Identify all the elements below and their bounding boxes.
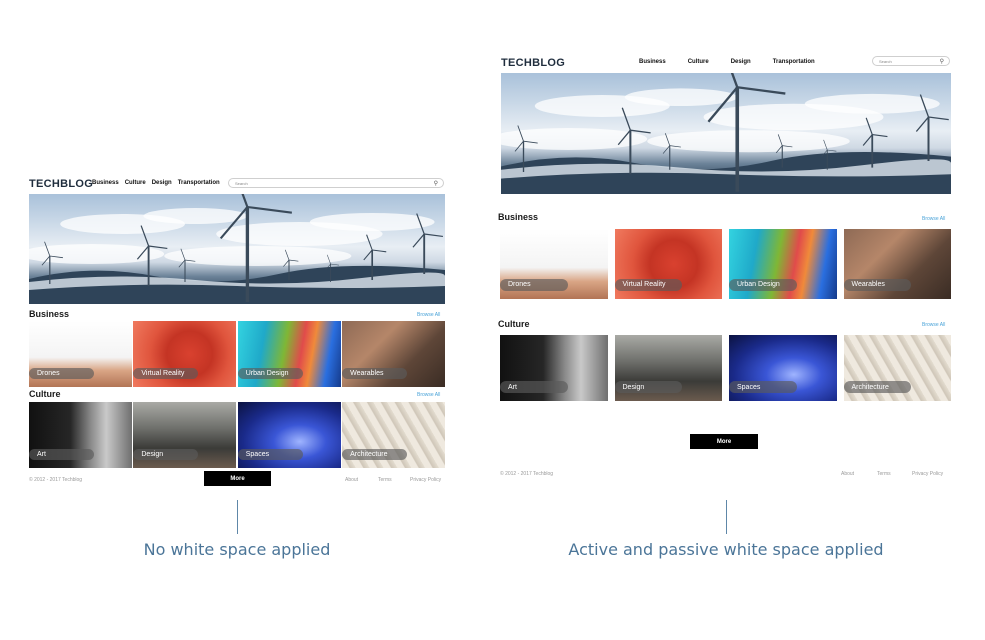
footer-link-about[interactable]: About — [841, 471, 854, 477]
tile-label: Spaces — [237, 449, 303, 461]
tile-label: Drones — [500, 278, 568, 291]
logo[interactable]: TECHBLOG — [501, 57, 565, 69]
tile-label: Spaces — [729, 381, 797, 394]
search-input[interactable]: Search ⚲ — [872, 56, 950, 66]
browse-all-link[interactable]: Browse All — [417, 392, 440, 398]
main-nav: Business Culture Design Transportation — [639, 59, 815, 65]
caption-connector-right — [726, 500, 727, 534]
category-tile-spaces[interactable]: Spaces — [729, 335, 837, 401]
hero-image — [29, 194, 445, 304]
tile-label: Wearables — [342, 368, 407, 380]
nav-item-culture[interactable]: Culture — [688, 59, 709, 65]
tile-label: Architecture — [843, 381, 912, 394]
category-tile-virtual-reality[interactable]: Virtual Reality — [133, 321, 237, 387]
browse-all-link[interactable]: Browse All — [922, 216, 945, 222]
footer-link-terms[interactable]: Terms — [378, 477, 392, 483]
copyright: © 2012 - 2017 Techblog — [500, 471, 554, 477]
caption-left: No white space applied — [143, 540, 331, 559]
main-nav: Business Culture Design Transportation — [92, 180, 220, 186]
tile-label: Art — [500, 381, 568, 394]
category-tile-wearables[interactable]: Wearables — [342, 321, 445, 387]
nav-item-culture[interactable]: Culture — [125, 180, 146, 186]
category-tile-architecture[interactable]: Architecture — [342, 402, 445, 468]
category-tile-design[interactable]: Design — [133, 402, 237, 468]
category-tile-urban-design[interactable]: Urban Design — [729, 229, 837, 299]
tile-label: Urban Design — [237, 368, 303, 380]
copyright: © 2012 - 2017 Techblog — [29, 477, 83, 483]
section-title: Business — [29, 309, 70, 319]
browse-all-link[interactable]: Browse All — [417, 312, 440, 318]
category-tile-architecture[interactable]: Architecture — [843, 335, 951, 401]
category-tile-wearables[interactable]: Wearables — [843, 229, 951, 299]
footer-link-terms[interactable]: Terms — [877, 471, 891, 477]
tile-label: Design — [133, 449, 199, 461]
more-button[interactable]: More — [690, 434, 758, 449]
nav-item-design[interactable]: Design — [152, 180, 172, 186]
tile-label: Virtual Reality — [614, 278, 683, 291]
search-icon[interactable]: ⚲ — [940, 58, 944, 65]
category-tile-spaces[interactable]: Spaces — [237, 402, 341, 468]
footer-link-privacy-policy[interactable]: Privacy Policy — [410, 477, 441, 483]
tile-label: Urban Design — [729, 278, 797, 291]
tile-label: Virtual Reality — [133, 368, 199, 380]
category-tile-virtual-reality[interactable]: Virtual Reality — [614, 229, 722, 299]
search-icon[interactable]: ⚲ — [434, 180, 438, 187]
caption-right: Active and passive white space applied — [568, 540, 884, 559]
tile-label: Design — [614, 381, 683, 394]
browse-all-link[interactable]: Browse All — [922, 322, 945, 328]
more-button[interactable]: More — [204, 471, 271, 486]
nav-item-transportation[interactable]: Transportation — [773, 59, 815, 65]
section-title: Business — [498, 212, 539, 222]
tile-label: Art — [29, 449, 94, 461]
tile-label: Drones — [29, 368, 94, 380]
section-title: Culture — [498, 319, 530, 329]
footer-link-about[interactable]: About — [345, 477, 358, 483]
category-tile-drones[interactable]: Drones — [500, 229, 608, 299]
search-placeholder: Search — [235, 180, 248, 186]
category-tile-art[interactable]: Art — [500, 335, 608, 401]
nav-item-transportation[interactable]: Transportation — [178, 180, 220, 186]
tile-label: Wearables — [843, 278, 912, 291]
search-placeholder: Search — [879, 58, 892, 64]
category-tile-art[interactable]: Art — [29, 402, 132, 468]
nav-item-business[interactable]: Business — [92, 180, 119, 186]
footer-link-privacy-policy[interactable]: Privacy Policy — [912, 471, 943, 477]
tile-label: Architecture — [342, 449, 407, 461]
nav-item-design[interactable]: Design — [731, 59, 751, 65]
hero-image — [501, 73, 951, 194]
caption-connector-left — [237, 500, 238, 534]
logo[interactable]: TECHBLOG — [29, 178, 93, 190]
search-input[interactable]: Search ⚲ — [228, 178, 444, 188]
category-tile-drones[interactable]: Drones — [29, 321, 132, 387]
nav-item-business[interactable]: Business — [639, 59, 666, 65]
category-tile-urban-design[interactable]: Urban Design — [237, 321, 341, 387]
section-title: Culture — [29, 389, 61, 399]
category-tile-design[interactable]: Design — [614, 335, 722, 401]
